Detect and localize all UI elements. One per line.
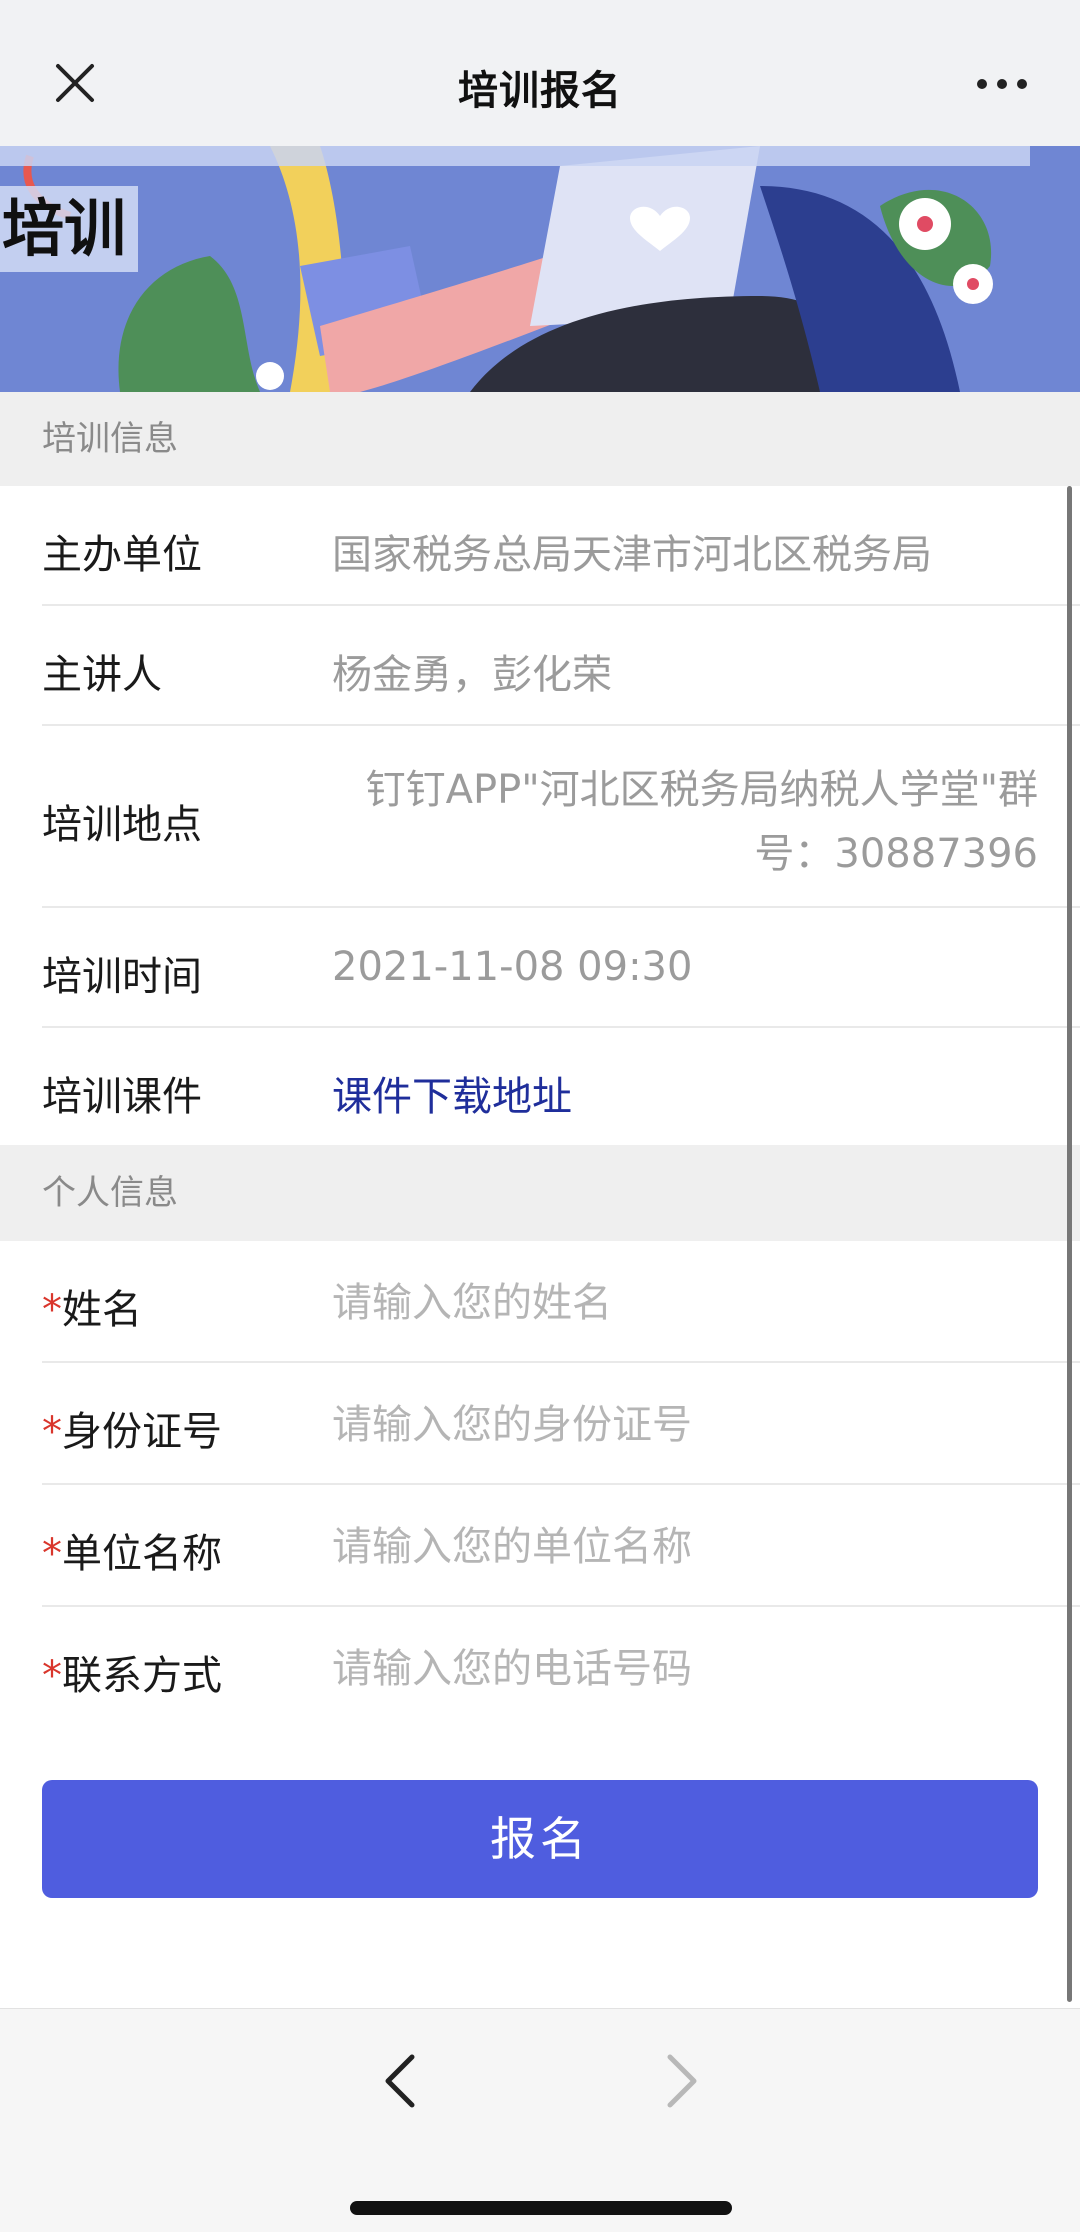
banner-illustration <box>0 146 1080 392</box>
info-row-organizer: 主办单位 国家税务总局天津市河北区税务局 <box>0 486 1080 606</box>
info-row-time: 培训时间 2021-11-08 09:30 <box>0 908 1080 1028</box>
home-indicator[interactable] <box>350 2201 732 2215</box>
field-label: *姓名 <box>42 1277 142 1335</box>
bottom-nav-bar <box>0 2008 1080 2232</box>
field-label: *单位名称 <box>42 1521 222 1579</box>
register-button[interactable]: 报名 <box>42 1780 1038 1898</box>
organization-input[interactable] <box>332 1521 1012 1573</box>
row-value: 钉钉APP"河北区税务局纳税人学堂"群号：30887396 <box>365 767 1038 877</box>
form-row-name: *姓名 <box>0 1241 1080 1363</box>
row-label: 主讲人 <box>42 652 162 698</box>
name-input[interactable] <box>332 1277 1012 1329</box>
field-label-text: 身份证号 <box>62 1409 222 1455</box>
form-row-id-number: *身份证号 <box>0 1363 1080 1485</box>
row-label: 主办单位 <box>42 532 202 578</box>
training-banner: 培训 <box>0 146 1080 392</box>
section-header-personal-info: 个人信息 <box>0 1145 1080 1241</box>
forward-arrow-icon[interactable] <box>660 2051 704 2111</box>
field-label-text: 联系方式 <box>62 1653 222 1699</box>
form-row-contact: *联系方式 <box>0 1607 1080 1729</box>
field-label: *身份证号 <box>42 1399 222 1457</box>
scrollbar[interactable] <box>1067 486 1072 2002</box>
back-arrow-icon[interactable] <box>378 2051 422 2111</box>
required-mark: * <box>42 1287 62 1333</box>
section-header-training-info: 培训信息 <box>0 392 1080 486</box>
required-mark: * <box>42 1531 62 1577</box>
top-nav-bar: 培训报名 <box>0 0 1080 146</box>
row-label: 培训地点 <box>42 802 202 848</box>
banner-title: 培训 <box>0 186 139 272</box>
field-label-text: 姓名 <box>62 1287 142 1333</box>
info-row-location: 培训地点 钉钉APP"河北区税务局纳税人学堂"群号：30887396 <box>0 726 1080 908</box>
required-mark: * <box>42 1409 62 1455</box>
form-row-organization: *单位名称 <box>0 1485 1080 1607</box>
row-label: 培训课件 <box>42 1074 202 1120</box>
page-title: 培训报名 <box>458 68 622 114</box>
info-row-speaker: 主讲人 杨金勇，彭化荣 <box>0 606 1080 726</box>
id-number-input[interactable] <box>332 1399 1012 1451</box>
required-mark: * <box>42 1653 62 1699</box>
row-label: 培训时间 <box>42 954 202 1000</box>
row-value: 国家税务总局天津市河北区税务局 <box>332 532 932 578</box>
more-icon[interactable] <box>974 62 1030 102</box>
phone-input[interactable] <box>332 1643 1012 1695</box>
info-row-courseware: 培训课件 课件下载地址 <box>0 1028 1080 1145</box>
field-label: *联系方式 <box>42 1643 222 1701</box>
row-value: 2021-11-08 09:30 <box>332 944 693 990</box>
row-value: 杨金勇，彭化荣 <box>332 652 612 698</box>
courseware-download-link[interactable]: 课件下载地址 <box>332 1064 1040 1122</box>
field-label-text: 单位名称 <box>62 1531 222 1577</box>
